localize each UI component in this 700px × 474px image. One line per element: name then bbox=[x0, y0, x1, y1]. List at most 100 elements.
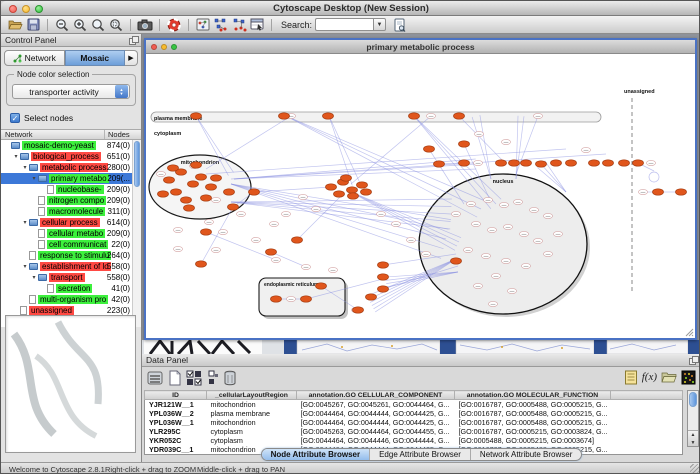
canvas-resize-grip[interactable] bbox=[686, 329, 693, 336]
selected-network-node[interactable] bbox=[348, 193, 359, 199]
select-attributes-icon[interactable] bbox=[186, 370, 203, 386]
table-row[interactable]: YKR052Ccytoplasm[GO:0044464, GO:0044446,… bbox=[145, 436, 683, 445]
table-cell[interactable]: cytoplasm bbox=[207, 427, 297, 436]
selected-network-node[interactable] bbox=[521, 160, 532, 166]
network-edge[interactable] bbox=[231, 154, 606, 179]
tree-expand-icon[interactable]: ▾ bbox=[30, 175, 38, 182]
tree-row[interactable]: cell communicat22(0) bbox=[1, 239, 141, 250]
table-cell[interactable]: [GO:0016787, GO:0005488, GO:0005215, G..… bbox=[455, 400, 611, 410]
tree-row[interactable]: ▾biological_process651(0) bbox=[1, 151, 141, 162]
table-cell[interactable]: cytoplasm bbox=[207, 436, 297, 445]
table-row[interactable]: YJR121W__1mitochondrion[GO:0045267, GO:0… bbox=[145, 400, 683, 410]
selected-network-node[interactable] bbox=[603, 160, 614, 166]
selected-network-node[interactable] bbox=[633, 160, 644, 166]
zoom-fit-icon[interactable] bbox=[89, 17, 107, 33]
table-cell[interactable]: YKR052C bbox=[145, 436, 207, 445]
selected-network-node[interactable] bbox=[301, 296, 312, 302]
tab-network[interactable]: Network bbox=[4, 50, 65, 66]
selected-network-node[interactable] bbox=[653, 189, 664, 195]
selected-network-node[interactable] bbox=[509, 160, 520, 166]
tree-expand-icon[interactable]: ▾ bbox=[21, 164, 29, 171]
selected-network-node[interactable] bbox=[201, 229, 212, 235]
notes-icon[interactable] bbox=[624, 370, 638, 385]
advanced-search-icon[interactable] bbox=[390, 17, 408, 33]
selected-network-node[interactable] bbox=[676, 189, 687, 195]
table-cell[interactable]: mitochondrion bbox=[207, 418, 297, 427]
tree-row[interactable]: mosaic-demo-yeast874(0) bbox=[1, 140, 141, 151]
table-row[interactable]: YLR295Ccytoplasm[GO:0045263, GO:0044464,… bbox=[145, 427, 683, 436]
zoom-selected-icon[interactable] bbox=[107, 17, 125, 33]
unselect-attributes-icon[interactable] bbox=[207, 370, 219, 386]
delete-attribute-icon[interactable] bbox=[223, 370, 237, 386]
tab-mosaic[interactable]: Mosaic bbox=[65, 50, 126, 66]
selected-network-node[interactable] bbox=[279, 113, 290, 119]
selected-network-node[interactable] bbox=[378, 286, 389, 292]
table-cell[interactable]: [GO:0044464, GO:0044444, GO:0044425, G..… bbox=[297, 409, 455, 418]
tab-overflow-arrow[interactable]: ▶ bbox=[125, 50, 138, 66]
tree-row[interactable]: ▾transport558(0) bbox=[1, 272, 141, 283]
table-column-header[interactable]: _cellularLayoutRegion bbox=[207, 391, 297, 400]
selected-network-node[interactable] bbox=[496, 160, 507, 166]
table-cell[interactable]: YJR121W__1 bbox=[145, 400, 207, 410]
search-input[interactable]: ▼ bbox=[315, 18, 386, 31]
table-scrollbar[interactable]: ▲▼ bbox=[687, 390, 699, 447]
network-edge[interactable] bbox=[206, 116, 291, 169]
save-icon[interactable] bbox=[24, 17, 42, 33]
table-cell[interactable]: [GO:0045263, GO:0044464, GO:0044455, G..… bbox=[297, 427, 455, 436]
selected-network-node[interactable] bbox=[164, 177, 175, 183]
selected-network-node[interactable] bbox=[378, 274, 389, 280]
selected-network-node[interactable] bbox=[353, 307, 364, 313]
tree-row[interactable]: multi-organism pro42(0) bbox=[1, 294, 141, 305]
tree-expand-icon[interactable]: ▾ bbox=[12, 153, 20, 160]
help-ring-icon[interactable] bbox=[165, 17, 183, 33]
table-column-header[interactable]: annotation.GO MOLECULAR_FUNCTION bbox=[455, 391, 611, 400]
selected-network-node[interactable] bbox=[181, 197, 192, 203]
tree-row[interactable]: ▾primary metabo209(... bbox=[1, 173, 141, 184]
selected-network-node[interactable] bbox=[536, 161, 547, 167]
open-icon[interactable] bbox=[6, 17, 24, 33]
select-nodes-checkbox[interactable]: ✓ Select nodes bbox=[10, 113, 141, 123]
network-edge[interactable] bbox=[231, 202, 451, 221]
selected-network-node[interactable] bbox=[334, 191, 345, 197]
tree-expand-icon[interactable]: ▾ bbox=[21, 263, 29, 270]
selected-network-node[interactable] bbox=[211, 175, 222, 181]
selected-network-node[interactable] bbox=[434, 161, 445, 167]
scroll-up-icon[interactable]: ▲ bbox=[688, 431, 698, 439]
table-cell[interactable]: [GO:0044464, GO:0044446, GO:0044444, G..… bbox=[297, 436, 455, 445]
selected-network-node[interactable] bbox=[566, 160, 577, 166]
table-cell[interactable]: plasma membrane bbox=[207, 409, 297, 418]
background-windows[interactable] bbox=[142, 340, 700, 354]
network-overview-icon[interactable] bbox=[194, 17, 212, 33]
selected-network-node[interactable] bbox=[184, 205, 195, 211]
search-dropdown-arrow[interactable]: ▼ bbox=[373, 18, 386, 31]
table-column-header[interactable]: ID bbox=[145, 391, 207, 400]
selected-network-node[interactable] bbox=[201, 195, 212, 201]
selected-network-node[interactable] bbox=[454, 113, 465, 119]
tab-node-attribute-browser[interactable]: Node Attribute Browser bbox=[262, 449, 371, 460]
tree-row[interactable]: macromolecule311(0) bbox=[1, 206, 141, 217]
table-cell[interactable]: [GO:0016787, GO:0005215, GO:0003824, G..… bbox=[455, 427, 611, 436]
selected-network-node[interactable] bbox=[378, 262, 389, 268]
selected-network-node[interactable] bbox=[361, 189, 372, 195]
tree-row[interactable]: ▾establishment of lo558(0) bbox=[1, 261, 141, 272]
selected-network-node[interactable] bbox=[168, 165, 179, 171]
table-cell[interactable]: [GO:0016787, GO:0005488, GO:0005215, G..… bbox=[455, 418, 611, 427]
selected-network-node[interactable] bbox=[158, 191, 169, 197]
tab-network-attribute-browser[interactable]: Network Attribute Browser bbox=[471, 449, 581, 460]
tree-expand-icon[interactable]: ▾ bbox=[30, 274, 38, 281]
selected-network-node[interactable] bbox=[271, 296, 282, 302]
tree-row[interactable]: secretion41(0) bbox=[1, 283, 141, 294]
selected-network-node[interactable] bbox=[249, 189, 260, 195]
selected-network-node[interactable] bbox=[196, 261, 207, 267]
table-cell[interactable]: YPL036W__2 bbox=[145, 409, 207, 418]
selected-network-node[interactable] bbox=[366, 294, 377, 300]
table-cell[interactable]: YLR295C bbox=[145, 427, 207, 436]
selected-network-node[interactable] bbox=[188, 181, 199, 187]
new-attribute-icon[interactable] bbox=[168, 370, 182, 386]
tree-row[interactable]: ▾metabolic process280(0) bbox=[1, 162, 141, 173]
table-row[interactable]: YPL036W__2plasma membrane[GO:0044464, GO… bbox=[145, 409, 683, 418]
attribute-columns-icon[interactable] bbox=[147, 370, 164, 386]
selected-network-node[interactable] bbox=[224, 189, 235, 195]
table-column-header[interactable]: annotation.GO CELLULAR_COMPONENT bbox=[297, 391, 455, 400]
selected-network-node[interactable] bbox=[589, 160, 600, 166]
